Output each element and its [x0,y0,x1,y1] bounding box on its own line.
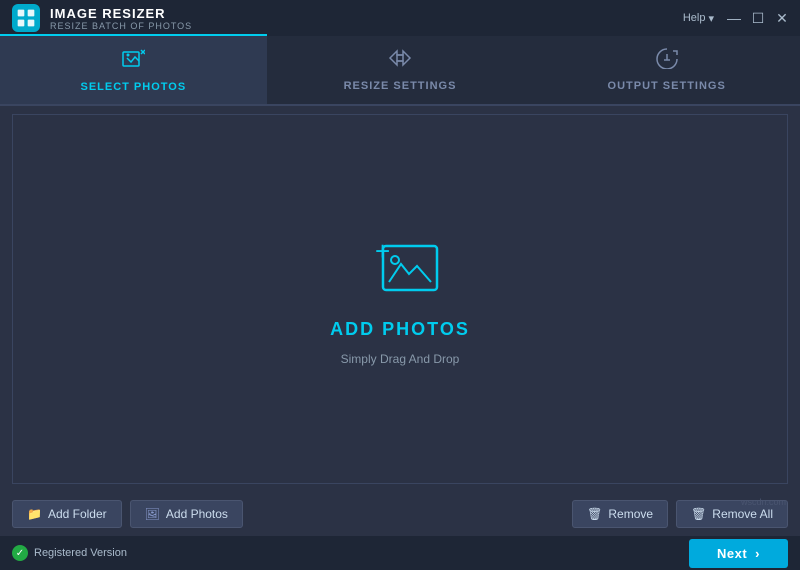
next-arrow-icon: › [755,546,760,561]
window-controls: — ☐ ✕ [728,12,788,24]
tab-resize-settings[interactable]: RESIZE SETTINGS [267,34,534,104]
drag-drop-label: Simply Drag And Drop [341,352,460,366]
title-info: IMAGE RESIZER RESIZE BATCH OF PHOTOS [50,6,192,31]
minimize-button[interactable]: — [728,12,740,24]
app-title: IMAGE RESIZER [50,6,192,21]
folder-icon: 📁 [27,507,42,521]
app-icon [12,4,40,32]
bottom-left-actions: 📁 Add Folder 🖼 Add Photos [12,500,243,528]
title-bar: IMAGE RESIZER RESIZE BATCH OF PHOTOS Hel… [0,0,800,36]
title-bar-left: IMAGE RESIZER RESIZE BATCH OF PHOTOS [12,4,192,32]
trash-icon: 🗑 [587,507,602,521]
tab-output-settings-label: OUTPUT SETTINGS [608,80,726,92]
output-settings-icon [655,47,679,75]
close-button[interactable]: ✕ [776,12,788,24]
trash-all-icon: 🗑 [691,507,706,521]
watermark: wscdn.com [741,497,786,507]
tab-resize-settings-label: RESIZE SETTINGS [344,80,457,92]
select-photos-icon [121,48,145,76]
add-photos-label: ADD PHOTOS [330,319,470,340]
resize-settings-icon [388,47,412,75]
drop-zone[interactable]: + ADD PHOTOS Simply Drag And Drop [330,232,470,366]
registered-label: Registered Version [34,547,127,559]
image-icon: 🖼 [145,507,160,521]
app-subtitle: RESIZE BATCH OF PHOTOS [50,21,192,31]
title-bar-right: Help ▾ — ☐ ✕ [683,12,788,25]
add-folder-button[interactable]: 📁 Add Folder [12,500,122,528]
help-button[interactable]: Help ▾ [683,12,714,25]
bottom-action-bar: 📁 Add Folder 🖼 Add Photos 🗑 Remove 🗑 Rem… [0,492,800,536]
tab-output-settings[interactable]: OUTPUT SETTINGS [533,34,800,104]
tab-select-photos-label: SELECT PHOTOS [80,81,186,93]
registered-badge: ✓ Registered Version [12,545,127,561]
main-content-area[interactable]: + ADD PHOTOS Simply Drag And Drop [12,114,788,484]
add-photo-icon: + [355,232,445,307]
remove-button[interactable]: 🗑 Remove [572,500,668,528]
status-bar: ✓ Registered Version Next › [0,536,800,570]
next-button[interactable]: Next › [689,539,788,568]
tab-select-photos[interactable]: SELECT PHOTOS [0,34,267,104]
tab-bar: SELECT PHOTOS RESIZE SETTINGS OUTPUT SET… [0,36,800,106]
add-photos-button[interactable]: 🖼 Add Photos [130,500,243,528]
check-icon: ✓ [12,545,28,561]
maximize-button[interactable]: ☐ [752,12,764,24]
